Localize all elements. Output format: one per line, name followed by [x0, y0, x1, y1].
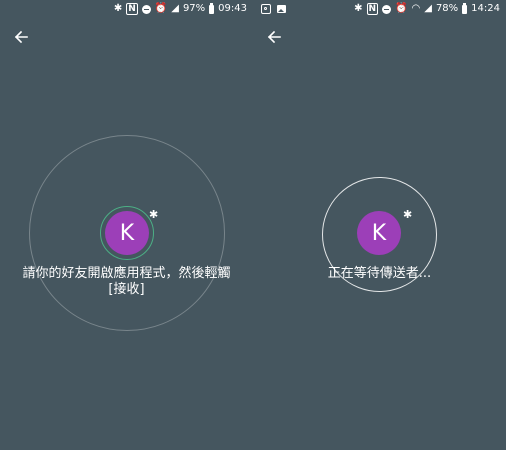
bluetooth-icon: ✱ — [149, 208, 159, 221]
instruction-line-1: 請你的好友開啟應用程式，然後輕觸 — [22, 266, 231, 281]
alarm-icon: ⏰ — [154, 3, 168, 14]
wifi-icon: ◠ — [411, 3, 421, 14]
status-icons: ✱ N ⏰ ◢ 97% 09:43 — [114, 0, 247, 18]
bluetooth-icon: ✱ — [354, 3, 363, 14]
clock: 09:43 — [218, 3, 247, 14]
status-icons: ✱ N ⏰ ◠ ◢ 78% 14:24 — [354, 0, 500, 18]
do-not-disturb-icon — [382, 4, 392, 14]
bluetooth-icon: ✱ — [113, 3, 123, 14]
right-screen: ✱ N ⏰ ◠ ◢ 78% 14:24 K ✱ 正在等待傳送者... — [253, 0, 506, 450]
nfc-icon: N — [126, 3, 138, 15]
notification-icons — [261, 0, 286, 18]
bluetooth-icon: ✱ — [403, 208, 413, 221]
back-arrow-icon[interactable] — [265, 28, 283, 46]
back-arrow-icon[interactable] — [12, 28, 30, 46]
clock: 14:24 — [471, 3, 500, 14]
battery-icon — [462, 3, 468, 14]
waiting-text: 正在等待傳送者... — [327, 266, 432, 281]
alarm-icon: ⏰ — [395, 3, 408, 14]
avatar-initial: K — [371, 220, 387, 246]
image-icon — [277, 5, 286, 13]
instruction-line-2: [接收] — [108, 282, 145, 297]
instagram-icon — [261, 4, 271, 14]
status-bar: ✱ N ⏰ ◠ ◢ 78% 14:24 — [253, 0, 506, 18]
battery-percent: 97% — [182, 3, 206, 14]
nfc-icon: N — [366, 3, 379, 15]
avatar[interactable]: K — [357, 211, 401, 255]
signal-icon: ◢ — [171, 3, 179, 14]
left-screen: ✱ N ⏰ ◢ 97% 09:43 K ✱ 請你的好友開啟應用程式，然後輕觸 [… — [0, 0, 253, 450]
signal-icon: ◢ — [424, 3, 432, 14]
battery-icon — [209, 3, 215, 14]
avatar-initial: K — [119, 220, 135, 246]
battery-percent: 78% — [435, 3, 459, 14]
do-not-disturb-icon — [141, 4, 151, 14]
instruction-text: 請你的好友開啟應用程式，然後輕觸 [接收] — [0, 266, 253, 298]
status-bar: ✱ N ⏰ ◢ 97% 09:43 — [0, 0, 253, 18]
avatar[interactable]: K — [105, 211, 149, 255]
